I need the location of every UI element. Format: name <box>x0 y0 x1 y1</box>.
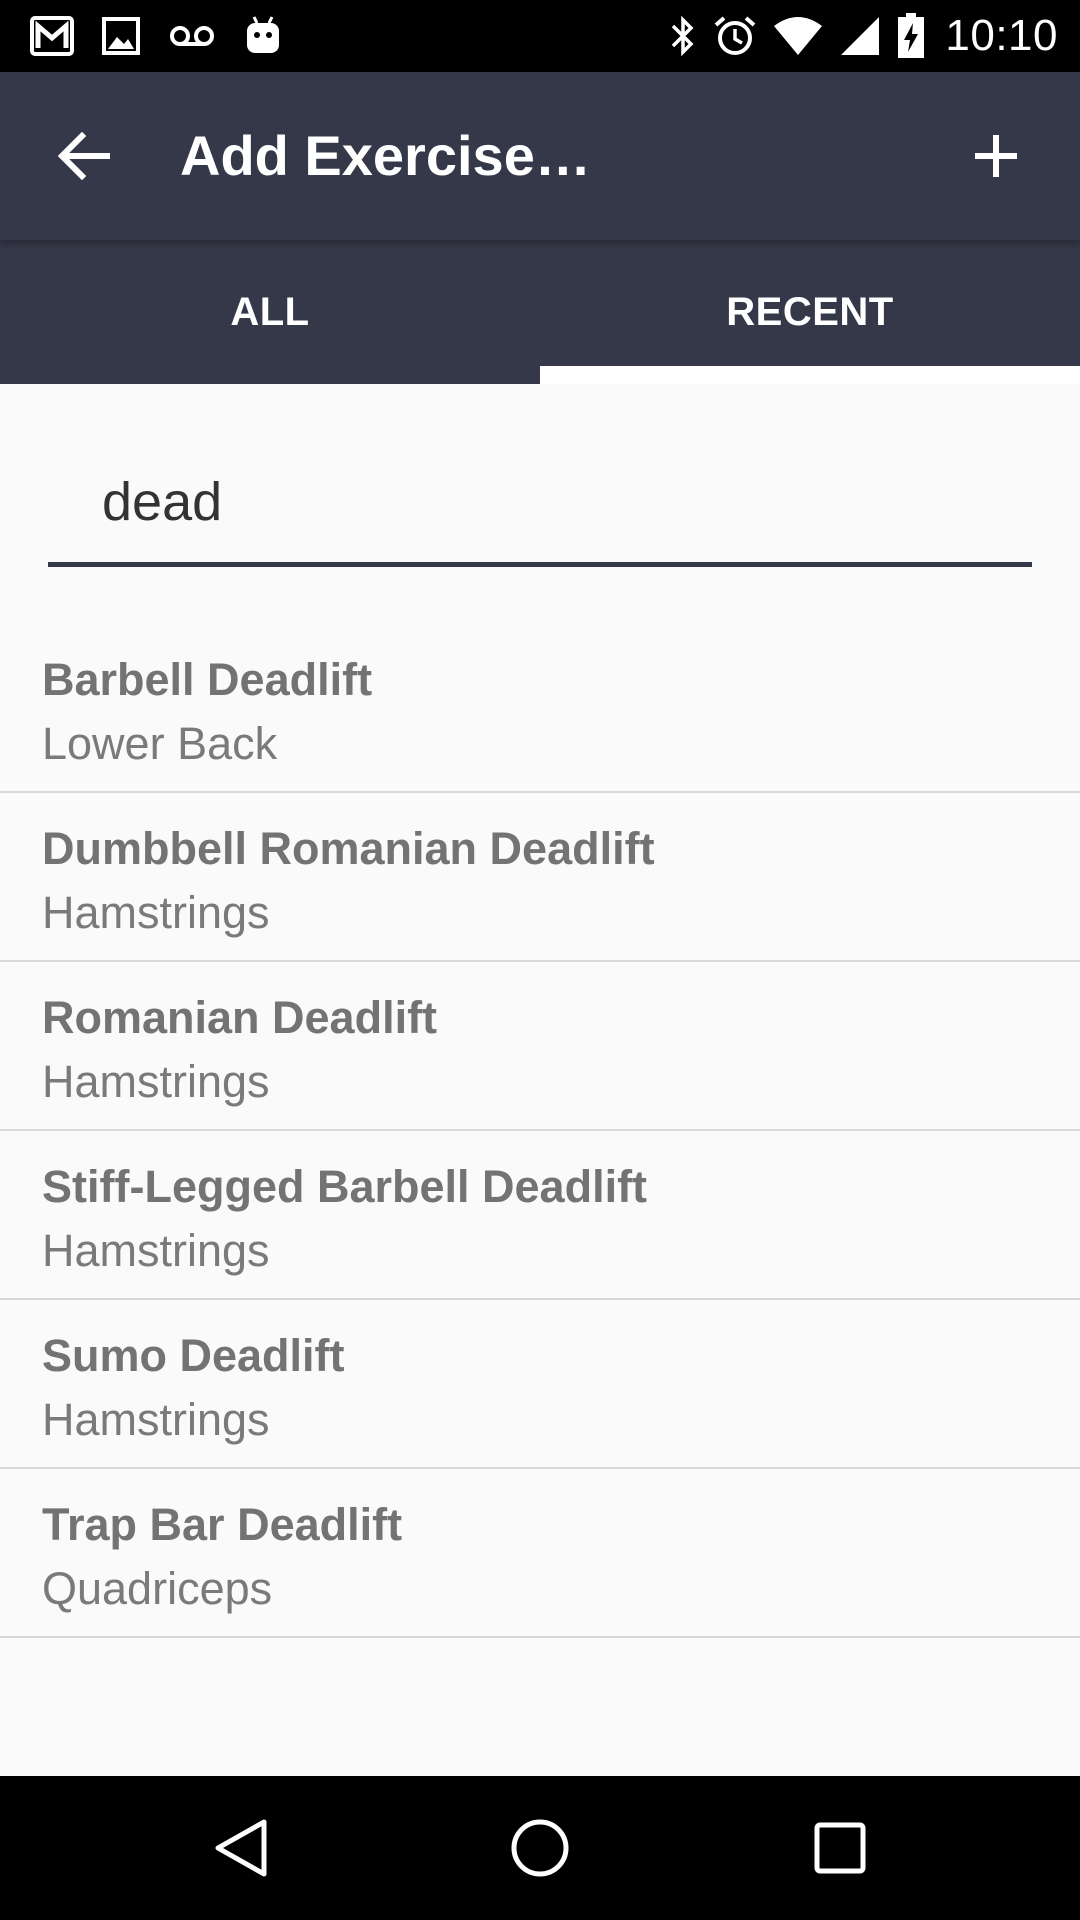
list-item[interactable]: Romanian Deadlift Hamstrings <box>0 962 1080 1131</box>
battery-charging-icon <box>897 13 925 59</box>
list-item[interactable]: Dumbbell Romanian Deadlift Hamstrings <box>0 793 1080 962</box>
exercise-muscle: Lower Back <box>42 718 278 769</box>
status-left-icons <box>30 12 282 60</box>
exercise-muscle: Hamstrings <box>42 1394 270 1445</box>
android-icon <box>244 15 282 57</box>
nav-home-icon <box>511 1819 569 1877</box>
list-item[interactable]: Trap Bar Deadlift Quadriceps <box>0 1469 1080 1638</box>
add-exercise-button[interactable] <box>952 112 1040 200</box>
exercise-name: Barbell Deadlift <box>42 654 373 705</box>
plus-icon <box>975 135 1017 177</box>
search-field <box>48 440 1032 568</box>
status-bar: 10:10 <box>0 0 1080 72</box>
exercise-list: Barbell Deadlift Lower Back Dumbbell Rom… <box>0 624 1080 1638</box>
search-input[interactable] <box>48 440 1032 564</box>
exercise-name: Romanian Deadlift <box>42 992 438 1043</box>
list-item[interactable]: Sumo Deadlift Hamstrings <box>0 1300 1080 1469</box>
tab-recent[interactable]: RECENT <box>540 240 1080 384</box>
exercise-muscle: Hamstrings <box>42 1056 270 1107</box>
signal-icon <box>839 15 881 57</box>
nav-back-button[interactable] <box>168 1776 312 1920</box>
tab-bar: ALL RECENT <box>0 240 1080 384</box>
exercise-name: Stiff-Legged Barbell Deadlift <box>42 1161 648 1212</box>
gmail-icon <box>30 16 74 56</box>
search-underline <box>48 562 1032 567</box>
list-item[interactable]: Stiff-Legged Barbell Deadlift Hamstrings <box>0 1131 1080 1300</box>
image-icon <box>102 17 140 55</box>
tab-all[interactable]: ALL <box>0 240 540 384</box>
nav-home-button[interactable] <box>468 1776 612 1920</box>
bluetooth-icon <box>669 14 697 58</box>
exercise-muscle: Hamstrings <box>42 1225 270 1276</box>
status-right-icons: 10:10 <box>669 11 1058 60</box>
nav-recents-button[interactable] <box>768 1776 912 1920</box>
nav-back-icon <box>215 1819 267 1877</box>
tab-selected-indicator <box>540 366 1080 384</box>
exercise-name: Dumbbell Romanian Deadlift <box>42 823 655 874</box>
navigation-bar <box>0 1776 1080 1920</box>
page-title: Add Exercise… <box>180 124 591 187</box>
back-button[interactable] <box>40 112 128 200</box>
nav-recents-icon <box>814 1822 866 1874</box>
list-item[interactable]: Barbell Deadlift Lower Back <box>0 624 1080 793</box>
voicemail-icon <box>168 23 216 49</box>
wifi-icon <box>773 16 823 56</box>
exercise-muscle: Quadriceps <box>42 1563 273 1614</box>
exercise-name: Trap Bar Deadlift <box>42 1499 403 1550</box>
exercise-name: Sumo Deadlift <box>42 1330 345 1381</box>
alarm-icon <box>713 14 757 58</box>
app-bar: Add Exercise… <box>0 72 1080 240</box>
status-time: 10:10 <box>945 11 1058 60</box>
exercise-muscle: Hamstrings <box>42 887 270 938</box>
arrow-back-icon <box>58 132 110 180</box>
